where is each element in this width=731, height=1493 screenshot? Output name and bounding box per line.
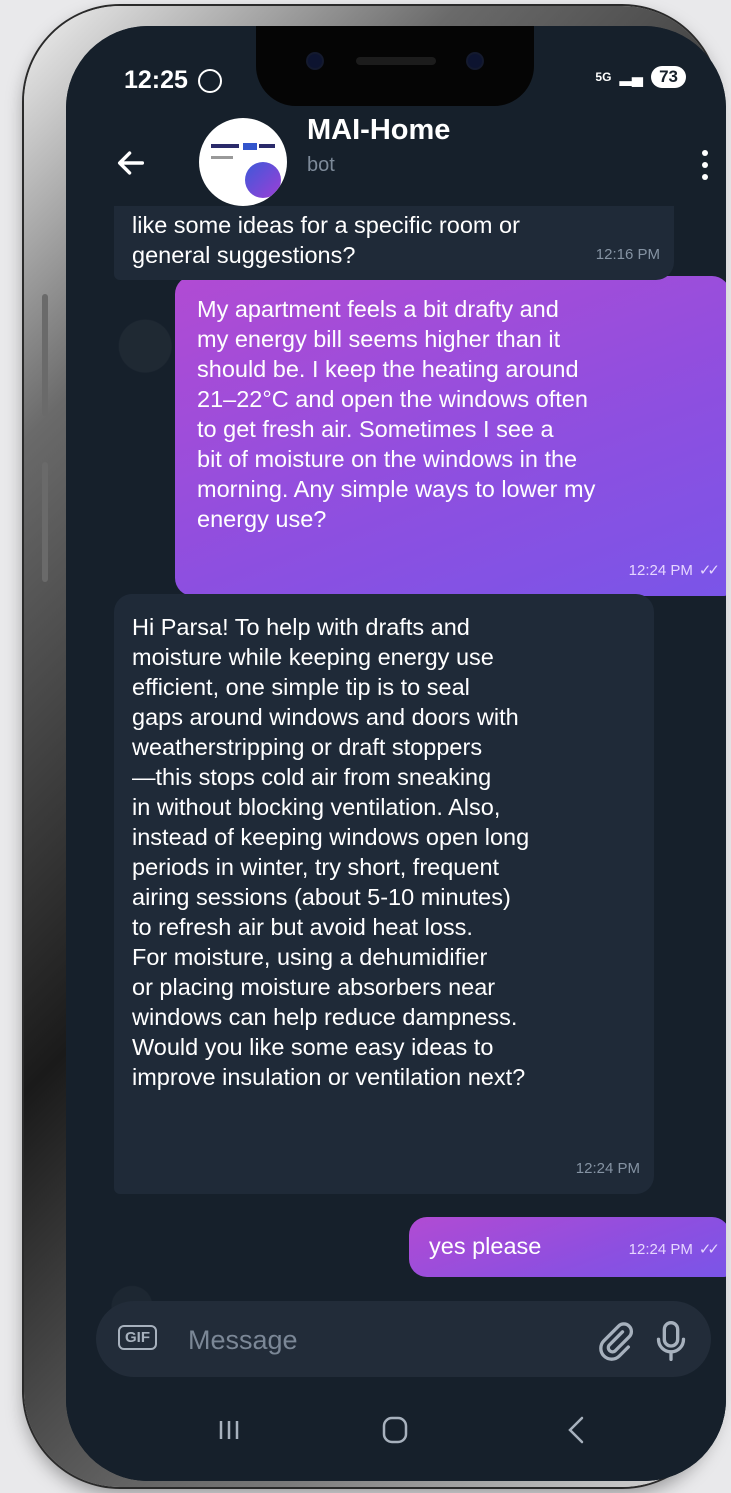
double-check-icon: ✓✓ bbox=[698, 562, 720, 579]
chat-header: MAI-Home bot bbox=[66, 106, 726, 206]
power-button bbox=[42, 462, 48, 582]
bot-avatar[interactable] bbox=[199, 118, 287, 206]
message-time: 12:24 PM bbox=[576, 1154, 640, 1184]
network-type: 5G bbox=[595, 70, 612, 84]
message-composer: GIF bbox=[96, 1301, 711, 1377]
message-input[interactable] bbox=[186, 1317, 570, 1363]
message-time: 12:16 PM bbox=[596, 240, 660, 270]
whatsapp-notification-icon bbox=[198, 69, 222, 93]
nav-back-icon[interactable] bbox=[562, 1413, 592, 1447]
message-bubble-outgoing[interactable]: yes please 12:24 PM ✓✓ bbox=[409, 1217, 726, 1277]
more-options-icon[interactable] bbox=[702, 150, 708, 180]
chat-subtitle: bot bbox=[307, 154, 335, 176]
status-time: 12:25 bbox=[124, 66, 188, 94]
message-text: like some ideas for a specific room or g… bbox=[132, 212, 520, 268]
message-bubble-outgoing[interactable]: My apartment feels a bit drafty and my e… bbox=[175, 276, 726, 596]
signal-icon: ▂▄ bbox=[619, 69, 644, 86]
phone-frame: 12:25 5G ▂▄ 73 like some ideas for a spe… bbox=[24, 6, 726, 1487]
volume-button bbox=[42, 294, 48, 416]
status-indicators: 5G ▂▄ 73 bbox=[595, 66, 686, 88]
system-navigation-bar bbox=[66, 1401, 726, 1481]
paperclip-icon[interactable] bbox=[595, 1321, 635, 1361]
recent-apps-icon[interactable] bbox=[214, 1415, 244, 1445]
home-icon[interactable] bbox=[380, 1413, 410, 1447]
timestamp: 12:24 PM bbox=[628, 1241, 693, 1258]
double-check-icon: ✓✓ bbox=[698, 1241, 720, 1258]
speaker-grille bbox=[356, 57, 436, 65]
message-time: 12:24 PM ✓✓ bbox=[628, 556, 720, 586]
gif-icon[interactable]: GIF bbox=[118, 1325, 157, 1350]
message-text: My apartment feels a bit drafty and my e… bbox=[197, 296, 596, 532]
chat-title[interactable]: MAI-Home bbox=[307, 114, 450, 147]
microphone-icon[interactable] bbox=[651, 1319, 691, 1363]
battery-level: 73 bbox=[651, 66, 686, 88]
phone-screen: 12:25 5G ▂▄ 73 like some ideas for a spe… bbox=[66, 26, 726, 1481]
message-bubble-incoming[interactable]: Hi Parsa! To help with drafts and moistu… bbox=[114, 594, 654, 1194]
timestamp: 12:24 PM bbox=[575, 1160, 640, 1177]
message-time: 12:24 PM ✓✓ bbox=[628, 1235, 720, 1265]
status-bar: 12:25 5G ▂▄ 73 bbox=[66, 66, 726, 106]
timestamp: 12:24 PM bbox=[628, 562, 693, 579]
back-arrow-icon[interactable] bbox=[114, 146, 148, 180]
message-text: Hi Parsa! To help with drafts and moistu… bbox=[132, 614, 530, 1090]
timestamp: 12:16 PM bbox=[595, 246, 660, 263]
